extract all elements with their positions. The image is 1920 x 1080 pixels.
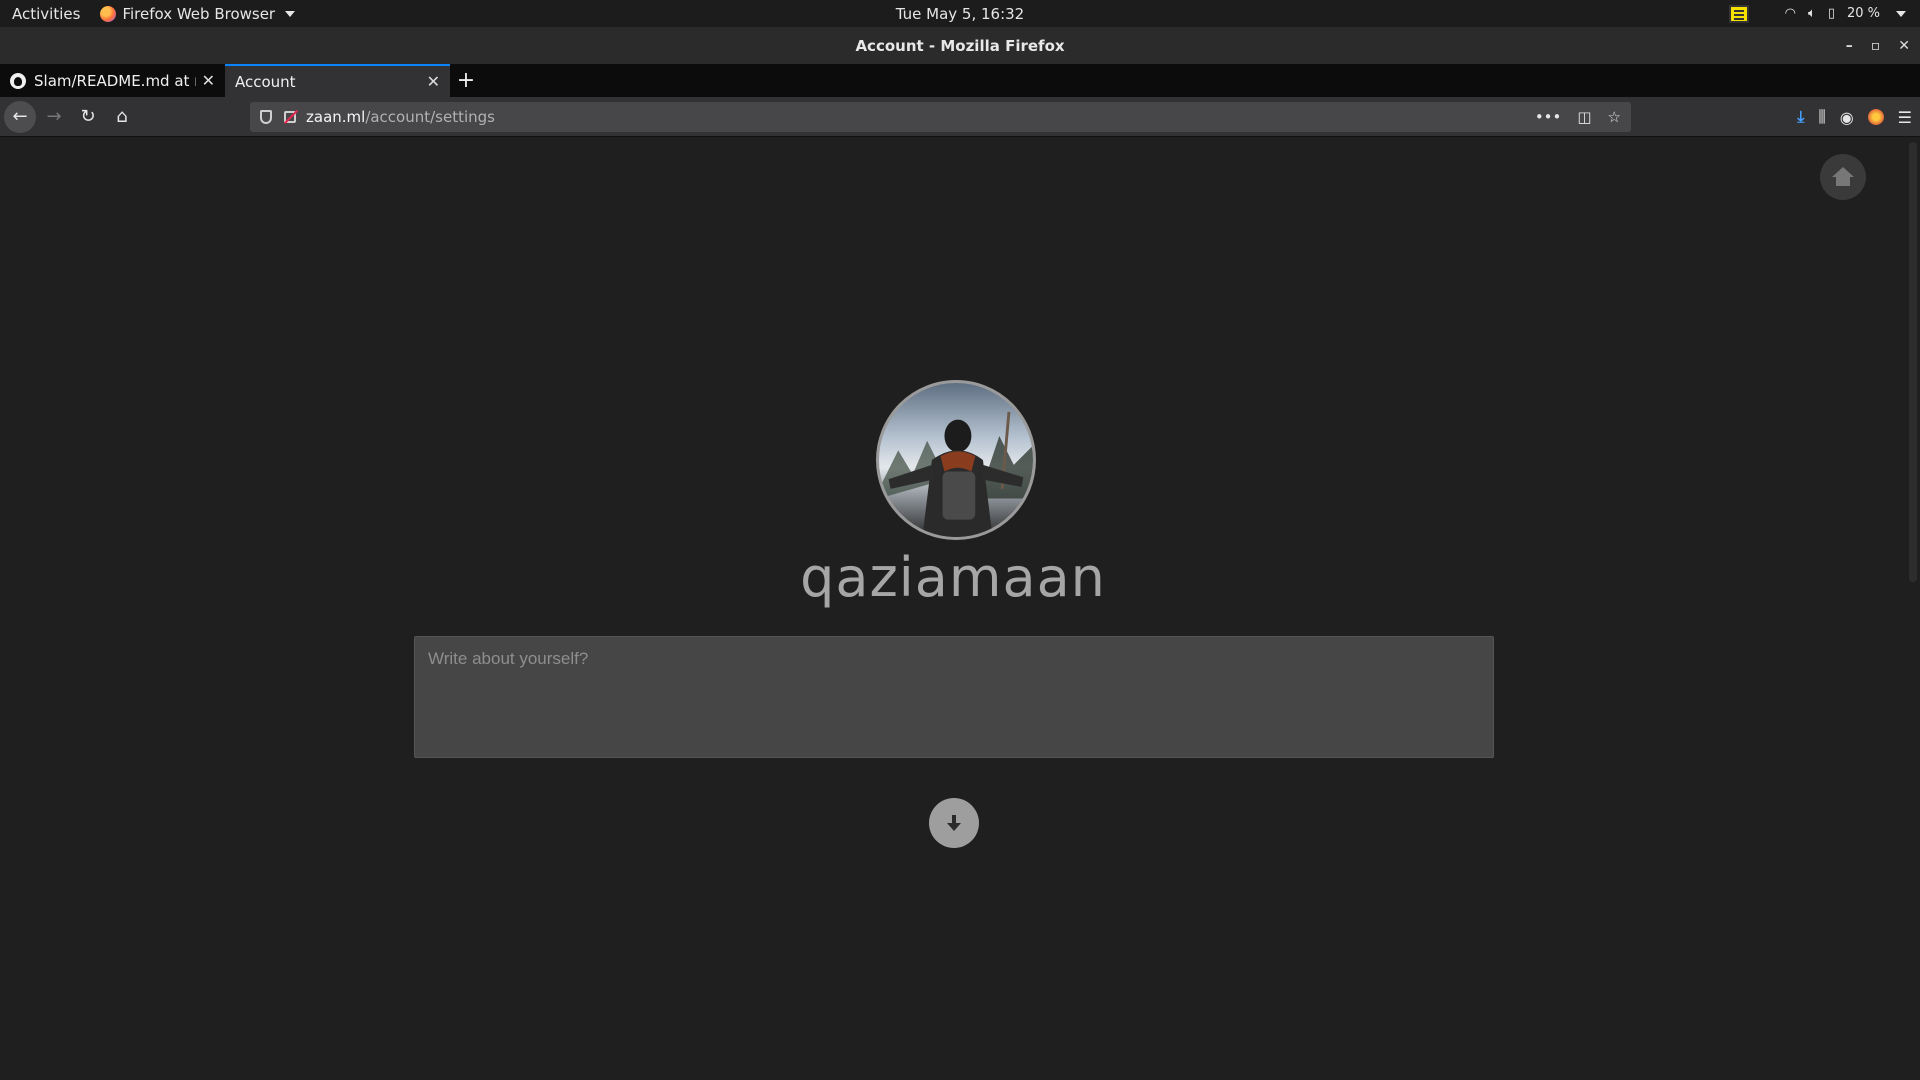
- page-content: [0, 138, 1906, 1080]
- avatar-photo: [879, 411, 1033, 537]
- hamburger-menu-icon[interactable]: ☰: [1898, 108, 1912, 127]
- toolbar-right: ⤓ ⫼ ◉ ☰: [1797, 97, 1912, 137]
- home-icon: ⌂: [116, 106, 128, 127]
- tab-label: Account: [235, 72, 296, 91]
- close-tab-icon[interactable]: ✕: [202, 71, 215, 90]
- close-window-icon[interactable]: ✕: [1898, 38, 1910, 54]
- username: qaziamaan: [800, 546, 1106, 609]
- system-menu-chevron-icon: [1896, 10, 1906, 17]
- chevron-down-icon: [285, 10, 296, 17]
- page-actions-menu-icon[interactable]: •••: [1535, 108, 1562, 126]
- sticky-notes-icon[interactable]: [1728, 4, 1749, 23]
- reload-button[interactable]: ↻: [72, 101, 104, 133]
- save-button[interactable]: [929, 798, 979, 848]
- close-tab-icon[interactable]: ✕: [427, 72, 440, 91]
- pocket-icon[interactable]: ◫: [1577, 108, 1591, 126]
- account-icon[interactable]: ◉: [1840, 108, 1854, 127]
- forward-button[interactable]: →: [38, 101, 70, 133]
- battery-percent: 20 %: [1846, 6, 1880, 21]
- wifi-icon: ◠: [1784, 6, 1796, 21]
- tab-label: Slam/README.md at ma: [34, 71, 196, 90]
- home-fab-button[interactable]: [1820, 154, 1866, 200]
- window-controls: – ▫ ✕: [1846, 27, 1910, 64]
- app-menu-label: Firefox Web Browser: [122, 4, 276, 23]
- plus-icon: +: [456, 68, 476, 93]
- new-tab-button[interactable]: +: [450, 64, 482, 97]
- avatar[interactable]: [876, 380, 1036, 540]
- insecure-lock-icon[interactable]: [284, 111, 296, 123]
- firefox-icon: [100, 5, 117, 22]
- clock[interactable]: Tue May 5, 16:32: [896, 5, 1024, 23]
- arrow-left-icon: ←: [12, 106, 28, 127]
- activities-button[interactable]: Activities: [12, 5, 80, 23]
- library-icon[interactable]: ⫼: [1818, 107, 1825, 127]
- arrow-down-icon: [947, 815, 961, 831]
- tab-account[interactable]: Account ✕: [225, 64, 450, 97]
- bookmark-star-icon[interactable]: ☆: [1608, 108, 1621, 126]
- system-top-bar: Activities Firefox Web Browser Tue May 5…: [0, 0, 1920, 27]
- window-title-bar: Account - Mozilla Firefox – ▫ ✕: [0, 27, 1920, 64]
- extension-icon[interactable]: [1867, 109, 1884, 125]
- arrow-right-icon: →: [46, 106, 62, 127]
- download-icon[interactable]: ⤓: [1797, 107, 1804, 127]
- address-bar[interactable]: zaan.ml/account/settings ••• ◫ ☆: [250, 102, 1631, 132]
- home-button[interactable]: ⌂: [106, 101, 138, 133]
- page-scrollbar[interactable]: [1906, 138, 1920, 1080]
- system-tray[interactable]: ◠ 🔈︎ ▯ 20 %: [1728, 0, 1906, 27]
- back-button[interactable]: ←: [4, 100, 36, 133]
- page-actions: ••• ◫ ☆: [1535, 108, 1621, 126]
- volume-icon: 🔈︎: [1808, 6, 1816, 21]
- app-menu[interactable]: Firefox Web Browser: [100, 4, 296, 23]
- maximize-icon[interactable]: ▫: [1871, 38, 1881, 54]
- battery-icon: ▯: [1827, 6, 1835, 21]
- navigation-toolbar: ← → ↻ ⌂ zaan.ml/account/settings ••• ◫ ☆…: [0, 97, 1920, 137]
- tab-github-readme[interactable]: Slam/README.md at ma ✕: [0, 64, 225, 97]
- window-title: Account - Mozilla Firefox: [855, 36, 1065, 55]
- reload-icon: ↻: [80, 106, 96, 127]
- url-path: /account/settings: [365, 108, 495, 126]
- tab-strip: Slam/README.md at ma ✕ Account ✕ +: [0, 64, 1920, 97]
- bio-textarea[interactable]: [414, 636, 1494, 758]
- scrollbar-thumb[interactable]: [1909, 142, 1917, 582]
- minimize-icon[interactable]: –: [1846, 38, 1853, 54]
- home-icon: [1832, 167, 1854, 187]
- url-host: zaan.ml: [306, 108, 366, 126]
- github-icon: [10, 72, 26, 89]
- tracking-protection-icon[interactable]: [260, 110, 272, 124]
